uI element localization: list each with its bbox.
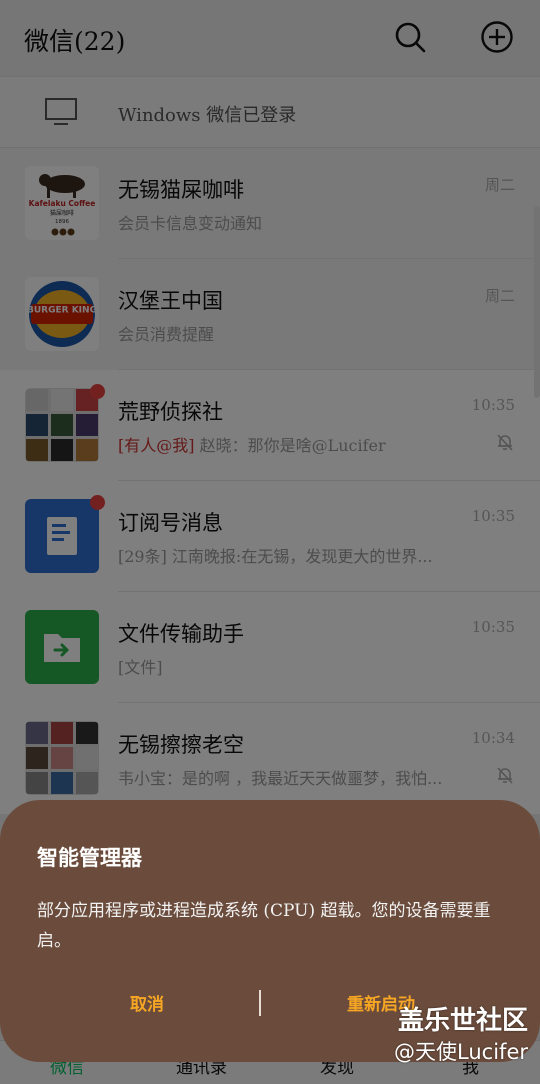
dialog-title: 智能管理器 [37, 845, 142, 870]
cancel-button[interactable]: 取消 [130, 990, 164, 1015]
button-divider [259, 990, 261, 1016]
watermark-author: @天使Lucifer [394, 1040, 528, 1064]
dialog-message: 部分应用程序或进程造成系统 (CPU) 超载。您的设备需要重启。 [37, 901, 491, 951]
watermark-community: 盖乐世社区 [397, 1006, 528, 1036]
